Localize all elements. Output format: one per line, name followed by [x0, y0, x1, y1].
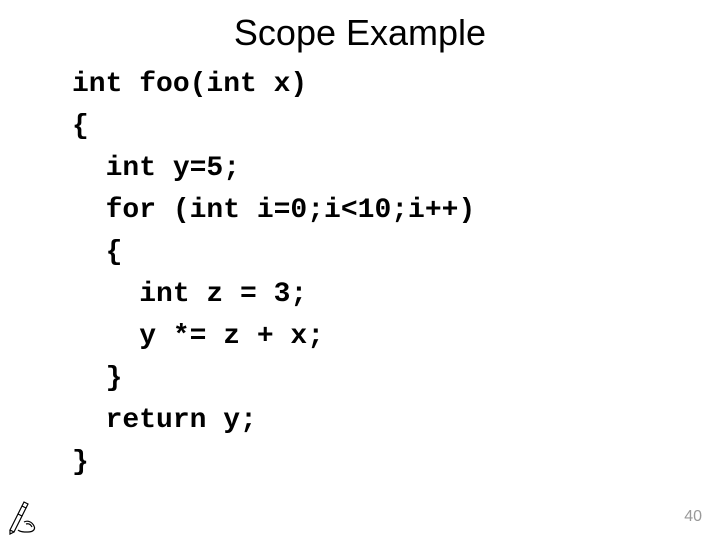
code-line-9: return y;	[72, 405, 257, 436]
code-line-10: }	[72, 447, 89, 478]
code-line-2: {	[72, 111, 89, 142]
code-line-6: int z = 3;	[72, 279, 307, 310]
pencil-hand-icon	[4, 492, 48, 536]
code-line-1: int foo(int x)	[72, 69, 307, 100]
code-line-7: y *= z + x;	[72, 321, 324, 352]
code-line-3: int y=5;	[72, 153, 240, 184]
code-line-8: }	[72, 363, 122, 394]
code-line-5: {	[72, 237, 122, 268]
code-line-4: for (int i=0;i<10;i++)	[72, 195, 475, 226]
slide-title: Scope Example	[0, 0, 720, 54]
code-block: int foo(int x) { int y=5; for (int i=0;i…	[0, 54, 720, 484]
page-number: 40	[684, 508, 702, 526]
